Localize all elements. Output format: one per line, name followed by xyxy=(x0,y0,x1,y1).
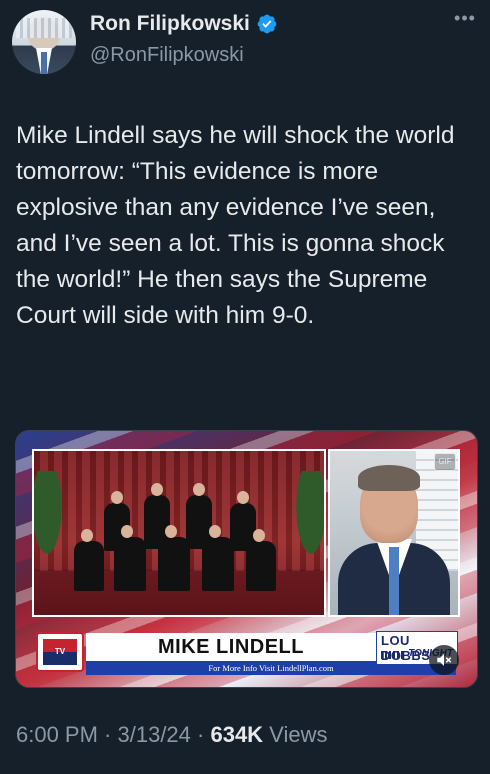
meta-separator: · xyxy=(190,722,211,747)
justice-figure xyxy=(158,525,190,591)
justice-figure xyxy=(246,529,276,591)
tweet-card: Ron Filipkowski @RonFilipkowski ••• Mike… xyxy=(0,0,490,774)
author-display-name[interactable]: Ron Filipkowski xyxy=(90,12,250,36)
lower-third-name-bar: MIKE LINDELL xyxy=(86,633,376,661)
author-handle[interactable]: @RonFilipkowski xyxy=(90,44,244,67)
network-logo-text: TV xyxy=(43,639,77,665)
tie xyxy=(389,547,399,615)
lower-third-name: MIKE LINDELL xyxy=(158,635,304,658)
gif-icon: GIF xyxy=(434,453,456,471)
plant-right xyxy=(294,471,324,561)
views-label: Views xyxy=(263,722,328,747)
tweet-time[interactable]: 6:00 PM xyxy=(16,722,98,747)
mike-lindell-photo xyxy=(328,449,460,617)
info-bar-text: For More Info Visit LindellPlan.com xyxy=(208,663,334,673)
supreme-court-photo xyxy=(32,449,326,617)
plant-left xyxy=(34,471,64,561)
avatar-tie xyxy=(41,52,47,74)
justice-figure xyxy=(114,525,146,591)
justice-figure xyxy=(202,525,234,591)
show-stars xyxy=(381,651,403,659)
network-logo: TV xyxy=(36,632,84,672)
avatar-background xyxy=(16,18,72,38)
hair xyxy=(358,465,420,491)
more-options-icon[interactable]: ••• xyxy=(452,8,478,28)
author-name-row: Ron Filipkowski xyxy=(90,12,278,36)
verified-badge-icon xyxy=(257,14,277,34)
tweet-video[interactable]: GIF TV MIKE LINDELL For More Info Visit … xyxy=(15,430,478,688)
mute-icon[interactable] xyxy=(429,645,459,675)
views-count[interactable]: 634K xyxy=(210,722,263,747)
tweet-text: Mike Lindell says he will shock the worl… xyxy=(16,122,462,329)
speaker-muted-icon xyxy=(437,654,452,666)
meta-separator: · xyxy=(97,722,118,747)
tweet-meta: 6:00 PM · 3/13/24 · 634K Views xyxy=(16,722,327,748)
avatar[interactable] xyxy=(12,10,76,74)
tweet-date[interactable]: 3/13/24 xyxy=(118,722,191,747)
justice-figure xyxy=(74,529,104,591)
